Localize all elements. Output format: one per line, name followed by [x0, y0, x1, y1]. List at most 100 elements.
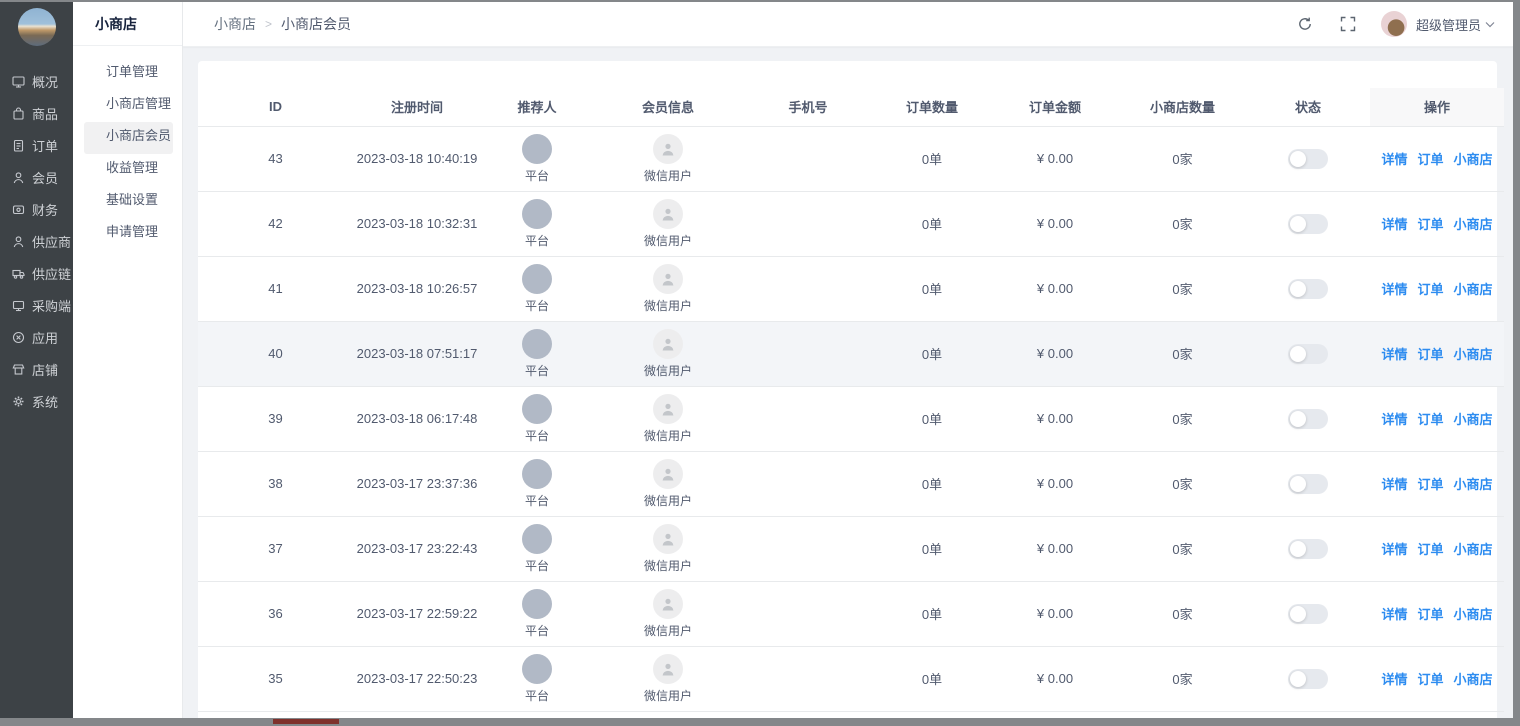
referrer-label: 平台 — [525, 234, 549, 248]
submenu-item-order-management[interactable]: 订单管理 — [84, 58, 173, 90]
sidebar-item-shop[interactable]: 店铺 — [0, 353, 73, 385]
supplier-icon — [11, 234, 25, 248]
shop-link[interactable]: 小商店 — [1454, 217, 1493, 232]
user-avatar — [1381, 11, 1407, 37]
sidebar-item-members[interactable]: 会员 — [0, 161, 73, 193]
cell-id: 43 — [198, 126, 353, 191]
order-link[interactable]: 订单 — [1417, 152, 1443, 167]
status-toggle[interactable] — [1288, 149, 1328, 169]
shop-link[interactable]: 小商店 — [1454, 282, 1493, 297]
shop-link[interactable]: 小商店 — [1454, 477, 1493, 492]
table-row[interactable]: 43 2023-03-18 10:40:19 平台 — [198, 126, 1504, 191]
order-link[interactable]: 订单 — [1417, 542, 1443, 557]
detail-link[interactable]: 详情 — [1381, 607, 1407, 622]
shop-link[interactable]: 小商店 — [1454, 347, 1493, 362]
sidebar-item-procurement[interactable]: 采购端 — [0, 289, 73, 321]
status-toggle[interactable] — [1288, 474, 1328, 494]
table-row[interactable]: 40 2023-03-18 07:51:17 平台 — [198, 321, 1504, 386]
status-toggle[interactable] — [1288, 344, 1328, 364]
table-row[interactable]: 36 2023-03-17 22:59:22 平台 — [198, 581, 1504, 646]
shop-link[interactable]: 小商店 — [1454, 672, 1493, 687]
detail-link[interactable]: 详情 — [1381, 217, 1407, 232]
cell-id: 40 — [198, 321, 353, 386]
order-link[interactable]: 订单 — [1417, 347, 1443, 362]
detail-link[interactable]: 详情 — [1381, 412, 1407, 427]
detail-link[interactable]: 详情 — [1381, 282, 1407, 297]
cell-member-info: 微信用户 — [593, 386, 743, 451]
member-label: 微信用户 — [644, 234, 692, 248]
member-label: 微信用户 — [644, 494, 692, 508]
sidebar-item-finance[interactable]: 财务 — [0, 193, 73, 225]
table-row[interactable]: 41 2023-03-18 10:26:57 平台 — [198, 256, 1504, 321]
cell-referrer: 平台 — [481, 126, 593, 191]
shop-link[interactable]: 小商店 — [1454, 542, 1493, 557]
cell-status — [1246, 386, 1370, 451]
status-toggle[interactable] — [1288, 604, 1328, 624]
cell-order-amount: ¥ 0.00 — [991, 581, 1119, 646]
referrer-avatar — [522, 199, 552, 229]
order-link[interactable]: 订单 — [1417, 282, 1443, 297]
submenu-item-shop-management[interactable]: 小商店管理 — [84, 90, 173, 122]
shop-link[interactable]: 小商店 — [1454, 607, 1493, 622]
order-link[interactable]: 订单 — [1417, 217, 1443, 232]
shop-link[interactable]: 小商店 — [1454, 412, 1493, 427]
submenu-item-application-management[interactable]: 申请管理 — [84, 218, 173, 250]
table-row[interactable]: 42 2023-03-18 10:32:31 平台 — [198, 191, 1504, 256]
cell-order-amount: ¥ 0.00 — [991, 321, 1119, 386]
order-link[interactable]: 订单 — [1417, 477, 1443, 492]
sidebar-item-apps[interactable]: 应用 — [0, 321, 73, 353]
user-menu[interactable]: 超级管理员 — [1381, 11, 1495, 37]
status-toggle[interactable] — [1288, 279, 1328, 299]
submenu-item-shop-members[interactable]: 小商店会员 — [84, 122, 173, 154]
cell-referrer: 平台 — [481, 256, 593, 321]
sidebar-item-orders[interactable]: 订单 — [0, 129, 73, 161]
cell-order-count: 0单 — [873, 191, 991, 256]
shop-icon — [11, 362, 25, 376]
cell-referrer: 平台 — [481, 321, 593, 386]
refresh-icon[interactable] — [1297, 16, 1314, 33]
members-table: ID 注册时间 推荐人 会员信息 手机号 订单数量 订单金额 小商店数量 状态 … — [198, 88, 1504, 712]
cell-actions: 详情订单小商店 — [1370, 516, 1504, 581]
breadcrumb: 小商店 > 小商店会员 — [214, 14, 351, 34]
cell-order-count: 0单 — [873, 516, 991, 581]
sidebar-item-supplier[interactable]: 供应商 — [0, 225, 73, 257]
member-avatar — [653, 394, 683, 424]
status-toggle[interactable] — [1288, 539, 1328, 559]
status-toggle[interactable] — [1288, 409, 1328, 429]
detail-link[interactable]: 详情 — [1381, 542, 1407, 557]
window-frame: 概况 商品 订单 会员 财务 供应商 供应链 采购端 — [0, 0, 1520, 726]
fullscreen-icon[interactable] — [1340, 16, 1357, 33]
order-link[interactable]: 订单 — [1417, 412, 1443, 427]
status-toggle[interactable] — [1288, 214, 1328, 234]
submenu-item-earnings-management[interactable]: 收益管理 — [84, 154, 173, 186]
cell-order-count: 0单 — [873, 581, 991, 646]
column-header-member-info: 会员信息 — [593, 88, 743, 126]
detail-link[interactable]: 详情 — [1381, 672, 1407, 687]
sidebar-item-system[interactable]: 系统 — [0, 385, 73, 417]
breadcrumb-item[interactable]: 小商店 — [214, 14, 256, 34]
sidebar-item-label: 供应商 — [32, 232, 71, 251]
referrer-avatar — [522, 524, 552, 554]
detail-link[interactable]: 详情 — [1381, 347, 1407, 362]
order-link[interactable]: 订单 — [1417, 672, 1443, 687]
detail-link[interactable]: 详情 — [1381, 152, 1407, 167]
sidebar-item-goods[interactable]: 商品 — [0, 97, 73, 129]
detail-link[interactable]: 详情 — [1381, 477, 1407, 492]
column-header-register-time: 注册时间 — [353, 88, 481, 126]
cell-actions: 详情订单小商店 — [1370, 386, 1504, 451]
cell-phone — [743, 581, 873, 646]
table-row[interactable]: 39 2023-03-18 06:17:48 平台 — [198, 386, 1504, 451]
table-row[interactable]: 37 2023-03-17 23:22:43 平台 — [198, 516, 1504, 581]
shop-link[interactable]: 小商店 — [1454, 152, 1493, 167]
cell-actions: 详情订单小商店 — [1370, 256, 1504, 321]
cell-register-time: 2023-03-18 07:51:17 — [353, 321, 481, 386]
submenu-item-basic-settings[interactable]: 基础设置 — [84, 186, 173, 218]
chevron-down-icon — [1485, 21, 1495, 28]
sidebar-item-overview[interactable]: 概况 — [0, 65, 73, 97]
status-toggle[interactable] — [1288, 669, 1328, 689]
member-avatar — [653, 199, 683, 229]
table-row[interactable]: 35 2023-03-17 22:50:23 平台 — [198, 646, 1504, 711]
sidebar-item-supply-chain[interactable]: 供应链 — [0, 257, 73, 289]
table-row[interactable]: 38 2023-03-17 23:37:36 平台 — [198, 451, 1504, 516]
order-link[interactable]: 订单 — [1417, 607, 1443, 622]
